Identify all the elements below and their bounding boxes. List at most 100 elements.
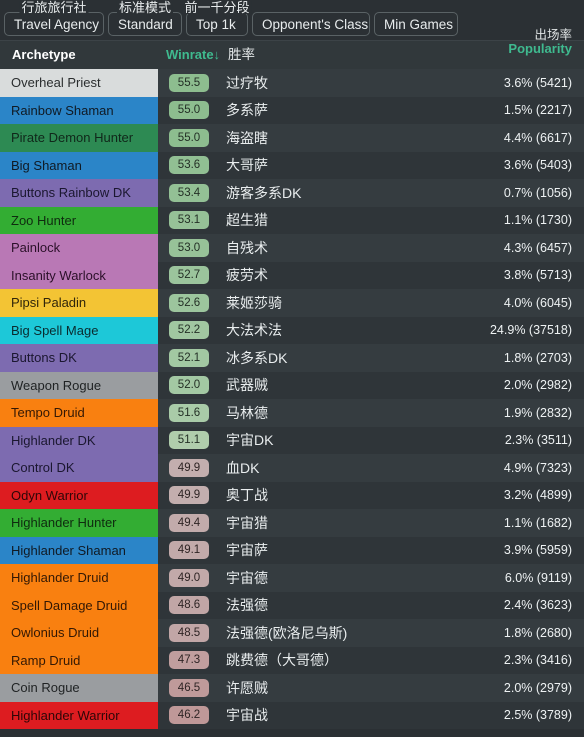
cell-archetype-name: Highlander Hunter (0, 509, 158, 537)
table-row[interactable]: Control DK 49.9 血DK4.9% (7323) (0, 454, 584, 482)
filter-button-label-2: Top 1k (196, 17, 236, 32)
cell-winrate: 52.7 (158, 266, 220, 284)
cell-archetype-name: Spell Damage Druid (0, 592, 158, 620)
cell-popularity: 2.0% (2982) (422, 378, 584, 392)
table-row[interactable]: Overheal Priest55.5过疗牧3.6% (5421) (0, 69, 584, 97)
table-row[interactable]: Zoo Hunter53.1超生猎1.1% (1730) (0, 207, 584, 235)
table-row[interactable]: Pipsi Paladin52.6莱姬莎骑4.0% (6045) (0, 289, 584, 317)
cell-winrate: 53.6 (158, 156, 220, 174)
cell-winrate: 52.1 (158, 349, 220, 367)
cell-popularity: 1.8% (2703) (422, 351, 584, 365)
cell-archetype-name-zh: 法强德 (220, 595, 422, 615)
cell-archetype-name-zh: 宇宙DK (220, 430, 422, 450)
winrate-badge: 52.0 (169, 376, 209, 394)
cell-archetype-name: Insanity Warlock (0, 262, 158, 290)
cell-archetype-name-zh: 多系萨 (220, 100, 422, 120)
cell-archetype-name: Coin Rogue (0, 674, 158, 702)
cell-archetype-name-zh: 宇宙猎 (220, 513, 422, 533)
table-row[interactable]: Painlock53.0自残术4.3% (6457) (0, 234, 584, 262)
winrate-badge: 49.0 (169, 569, 209, 587)
table-row[interactable]: Weapon Rogue52.0武器贼2.0% (2982) (0, 372, 584, 400)
table-row[interactable]: Ramp Druid47.3跳费德（大哥德）2.3% (3416) (0, 647, 584, 675)
table-row[interactable]: Highlander Druid 49.0 宇宙德6.0% (9119) (0, 564, 584, 592)
winrate-badge: 48.6 (169, 596, 209, 614)
filter-button-0[interactable]: 行旅旅行社Travel Agency (4, 12, 104, 36)
cell-winrate: 49.0 (158, 569, 220, 587)
table-row[interactable]: Pirate Demon Hunter55.0海盗瞎4.4% (6617) (0, 124, 584, 152)
filter-button-2[interactable]: 前一千分段Top 1k (186, 12, 248, 36)
cell-popularity: 6.0% (9119) (422, 571, 584, 585)
cell-winrate: 49.9 (158, 459, 220, 477)
cell-archetype-name-zh: 宇宙萨 (220, 540, 422, 560)
winrate-badge: 49.4 (169, 514, 209, 532)
cell-archetype-name: Control DK (0, 454, 158, 482)
cell-archetype-name: Highlander Druid (0, 564, 158, 592)
winrate-badge: 52.1 (169, 349, 209, 367)
cell-archetype-name: Weapon Rogue (0, 372, 158, 400)
cell-popularity: 4.0% (6045) (422, 296, 584, 310)
winrate-badge: 53.1 (169, 211, 209, 229)
table-row[interactable]: Big Spell Mage 52.2 大法术法24.9% (37518) (0, 317, 584, 345)
cell-archetype-name: Pirate Demon Hunter (0, 124, 158, 152)
table-row[interactable]: Insanity Warlock52.7疲劳术3.8% (5713) (0, 262, 584, 290)
filter-button-label-3: Opponent's Class (262, 17, 368, 32)
table-row[interactable]: Owlonius Druid48.5法强德(欧洛尼乌斯)1.8% (2680) (0, 619, 584, 647)
cell-winrate: 53.0 (158, 239, 220, 257)
winrate-badge: 48.5 (169, 624, 209, 642)
cell-archetype-name-zh: 大哥萨 (220, 155, 422, 175)
cell-archetype-name-zh: 超生猎 (220, 210, 422, 230)
filter-button-3[interactable]: Opponent's Class (252, 12, 370, 36)
cell-popularity: 24.9% (37518) (422, 323, 584, 337)
cell-winrate: 52.6 (158, 294, 220, 312)
filter-button-label-zh-1: 标准模式 (117, 1, 173, 14)
table-row[interactable]: Highlander Shaman49.1宇宙萨3.9% (5959) (0, 537, 584, 565)
cell-popularity: 3.9% (5959) (422, 543, 584, 557)
cell-winrate: 52.2 (158, 321, 220, 339)
winrate-badge: 52.2 (169, 321, 209, 339)
cell-archetype-name-zh: 大法术法 (220, 320, 422, 340)
cell-archetype-name-zh: 血DK (220, 458, 422, 478)
cell-archetype-name-zh: 海盗瞎 (220, 128, 422, 148)
column-header-popularity[interactable]: 出场率 Popularity (508, 41, 572, 69)
archetype-table-body: Overheal Priest55.5过疗牧3.6% (5421)Rainbow… (0, 69, 584, 729)
winrate-badge: 53.6 (169, 156, 209, 174)
cell-popularity: 3.6% (5421) (422, 76, 584, 90)
cell-winrate: 53.1 (158, 211, 220, 229)
table-row[interactable]: Coin Rogue46.5许愿贼2.0% (2979) (0, 674, 584, 702)
cell-popularity: 2.4% (3623) (422, 598, 584, 612)
column-header-archetype[interactable]: Archetype (12, 41, 76, 69)
cell-popularity: 1.1% (1730) (422, 213, 584, 227)
winrate-badge: 53.4 (169, 184, 209, 202)
table-row[interactable]: Big Shaman53.6大哥萨3.6% (5403) (0, 152, 584, 180)
column-header-popularity-en: Popularity (508, 42, 572, 56)
cell-archetype-name: Big Spell Mage (0, 317, 158, 345)
winrate-badge: 49.9 (169, 459, 209, 477)
winrate-badge: 49.9 (169, 486, 209, 504)
cell-popularity: 4.9% (7323) (422, 461, 584, 475)
cell-popularity: 2.3% (3416) (422, 653, 584, 667)
winrate-badge: 53.0 (169, 239, 209, 257)
winrate-badge: 51.1 (169, 431, 209, 449)
table-row[interactable]: Buttons Rainbow DK53.4游客多系DK0.7% (1056) (0, 179, 584, 207)
cell-archetype-name-zh: 许愿贼 (220, 678, 422, 698)
cell-winrate: 53.4 (158, 184, 220, 202)
filter-button-label-4: Min Games (384, 17, 453, 32)
filter-button-1[interactable]: 标准模式Standard (108, 12, 182, 36)
cell-popularity: 1.9% (2832) (422, 406, 584, 420)
cell-archetype-name-zh: 宇宙德 (220, 568, 422, 588)
table-row[interactable]: Highlander Warrior46.2宇宙战2.5% (3789) (0, 702, 584, 730)
filter-button-4[interactable]: Min Games (374, 12, 458, 36)
table-row[interactable]: Highlander Hunter49.4宇宙猎1.1% (1682) (0, 509, 584, 537)
table-row[interactable]: Tempo Druid51.6马林德1.9% (2832) (0, 399, 584, 427)
table-row[interactable]: Highlander DK51.1宇宙DK2.3% (3511) (0, 427, 584, 455)
table-row[interactable]: Odyn Warrior49.9奥丁战3.2% (4899) (0, 482, 584, 510)
column-header-winrate[interactable]: Winrate↓ (166, 41, 220, 69)
cell-winrate: 47.3 (158, 651, 220, 669)
cell-archetype-name-zh: 过疗牧 (220, 73, 422, 93)
winrate-badge: 52.6 (169, 294, 209, 312)
cell-winrate: 48.6 (158, 596, 220, 614)
cell-popularity: 2.0% (2979) (422, 681, 584, 695)
table-row[interactable]: Buttons DK52.1冰多系DK1.8% (2703) (0, 344, 584, 372)
table-row[interactable]: Spell Damage Druid 48.6 法强德2.4% (3623) (0, 592, 584, 620)
table-row[interactable]: Rainbow Shaman55.0多系萨1.5% (2217) (0, 97, 584, 125)
